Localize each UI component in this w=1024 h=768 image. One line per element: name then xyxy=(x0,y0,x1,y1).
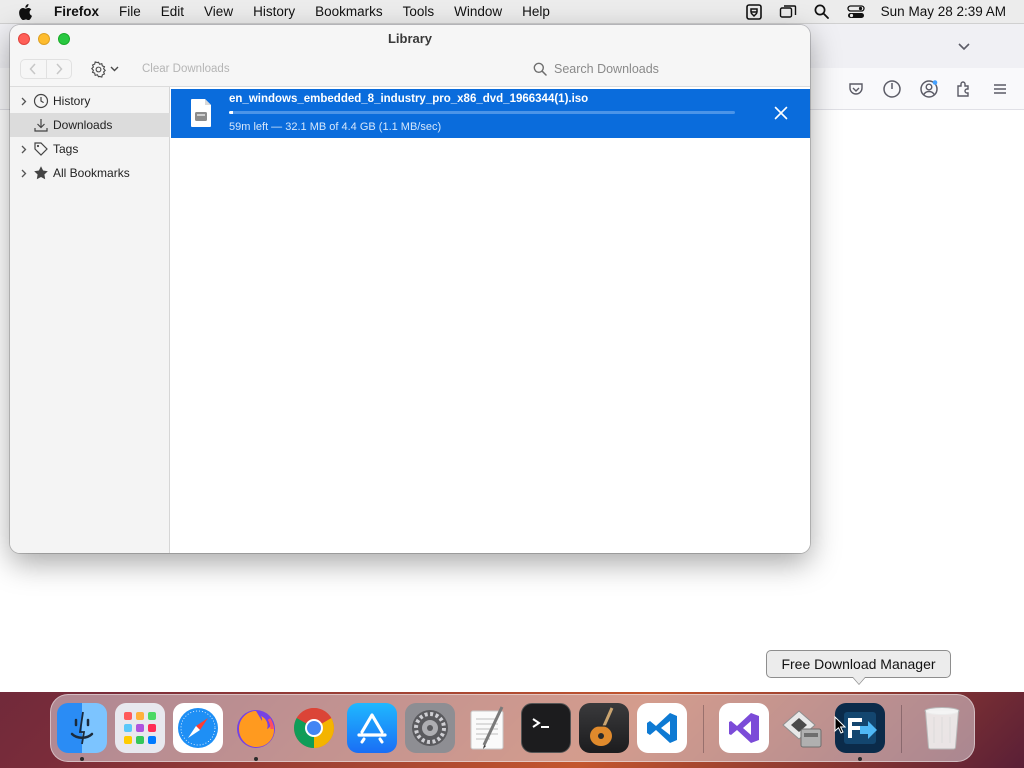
download-progress-bar xyxy=(229,111,735,114)
sidebar-item-label: Downloads xyxy=(53,118,113,132)
menu-tools[interactable]: Tools xyxy=(393,0,445,24)
apple-menu-icon[interactable] xyxy=(18,3,40,20)
menu-app-firefox[interactable]: Firefox xyxy=(52,0,109,24)
download-icon xyxy=(32,116,50,134)
dock-separator xyxy=(703,705,704,753)
downloads-list: en_windows_embedded_8_industry_pro_x86_d… xyxy=(171,87,810,553)
disclosure-chevron-icon[interactable] xyxy=(16,145,32,154)
clock-icon xyxy=(32,92,50,110)
download-item[interactable]: en_windows_embedded_8_industry_pro_x86_d… xyxy=(171,89,810,138)
sidebar-item-downloads[interactable]: Downloads xyxy=(10,113,170,137)
dock-tooltip: Free Download Manager xyxy=(766,650,951,678)
sidebar-item-history[interactable]: History xyxy=(10,89,170,113)
sidebar-item-label: Tags xyxy=(53,142,79,156)
dock-vscode-icon[interactable] xyxy=(637,703,687,753)
sidebar-item-tags[interactable]: Tags xyxy=(10,137,170,161)
search-downloads-input[interactable] xyxy=(554,62,794,76)
dock-system-preferences-icon[interactable] xyxy=(405,703,455,753)
downloads-progress-icon[interactable] xyxy=(881,78,903,100)
download-status: 59m left — 32.1 MB of 4.4 GB (1.1 MB/sec… xyxy=(229,121,442,133)
sidebar-item-label: All Bookmarks xyxy=(53,166,130,180)
dock-terminal-icon[interactable] xyxy=(521,703,571,753)
search-downloads-box xyxy=(527,58,800,80)
menu-help[interactable]: Help xyxy=(512,0,560,24)
menu-edit[interactable]: Edit xyxy=(151,0,194,24)
menu-bookmarks[interactable]: Bookmarks xyxy=(305,0,393,24)
download-filename: en_windows_embedded_8_industry_pro_x86_d… xyxy=(229,93,589,105)
disclosure-chevron-icon[interactable] xyxy=(16,97,32,106)
star-icon xyxy=(32,164,50,182)
menu-bar-extras: Sun May 28 2:39 AM xyxy=(737,0,1024,24)
dock-finder-icon[interactable] xyxy=(57,703,107,753)
menu-window[interactable]: Window xyxy=(444,0,512,24)
dock-chrome-icon[interactable] xyxy=(289,703,339,753)
dock-trash-icon[interactable] xyxy=(917,703,967,753)
clear-downloads-button[interactable]: Clear Downloads xyxy=(140,60,232,78)
dock-migration-assistant-icon[interactable] xyxy=(777,703,827,753)
dock-textedit-icon[interactable] xyxy=(463,703,513,753)
dock-garageband-icon[interactable] xyxy=(579,703,629,753)
running-indicator xyxy=(858,757,862,761)
dock-separator xyxy=(901,705,902,753)
menu-history[interactable]: History xyxy=(243,0,305,24)
hamburger-menu-icon[interactable] xyxy=(989,78,1011,100)
gear-icon xyxy=(90,60,107,78)
chevron-down-icon xyxy=(110,66,119,72)
library-title: Library xyxy=(387,31,433,46)
dock-launchpad-icon[interactable] xyxy=(115,703,165,753)
dock-app-store-icon[interactable] xyxy=(347,703,397,753)
sidebar-item-label: History xyxy=(53,94,91,108)
mouse-cursor-icon xyxy=(834,716,846,734)
screen-capture-icon[interactable] xyxy=(737,0,771,24)
back-forward-group xyxy=(20,59,72,79)
pocket-icon[interactable] xyxy=(845,78,867,100)
library-window: Library Clear Downloads Search Downloads… xyxy=(10,25,810,553)
menu-bar-clock[interactable]: Sun May 28 2:39 AM xyxy=(881,4,1006,19)
dock-safari-icon[interactable] xyxy=(173,703,223,753)
cancel-download-close-icon[interactable] xyxy=(771,103,791,123)
library-titlebar: Library Clear Downloads xyxy=(10,25,810,87)
control-center-icon[interactable] xyxy=(839,0,873,24)
back-button[interactable] xyxy=(21,60,46,78)
search-icon xyxy=(532,61,548,77)
menu-file[interactable]: File xyxy=(109,0,151,24)
extensions-icon[interactable] xyxy=(953,78,975,100)
organize-button[interactable] xyxy=(90,59,126,79)
account-icon[interactable] xyxy=(918,78,940,100)
screen-mirroring-icon[interactable] xyxy=(771,0,805,24)
dock-visual-studio-icon[interactable] xyxy=(719,703,769,753)
running-indicator xyxy=(254,757,258,761)
list-all-tabs-chevron-icon[interactable] xyxy=(954,36,974,56)
forward-button[interactable] xyxy=(45,60,71,78)
spotlight-search-icon[interactable] xyxy=(805,0,839,24)
download-progress-fill xyxy=(229,111,233,114)
library-sidebar: History Downloads Tags All Bookmarks xyxy=(10,87,170,553)
tag-icon xyxy=(32,140,50,158)
dock-firefox-icon[interactable] xyxy=(231,703,281,753)
file-icon xyxy=(189,98,213,128)
sidebar-item-all-bookmarks[interactable]: All Bookmarks xyxy=(10,161,170,185)
menu-view[interactable]: View xyxy=(194,0,243,24)
running-indicator xyxy=(80,757,84,761)
menu-bar: Firefox File Edit View History Bookmarks… xyxy=(0,0,1024,24)
disclosure-chevron-icon[interactable] xyxy=(16,169,32,178)
